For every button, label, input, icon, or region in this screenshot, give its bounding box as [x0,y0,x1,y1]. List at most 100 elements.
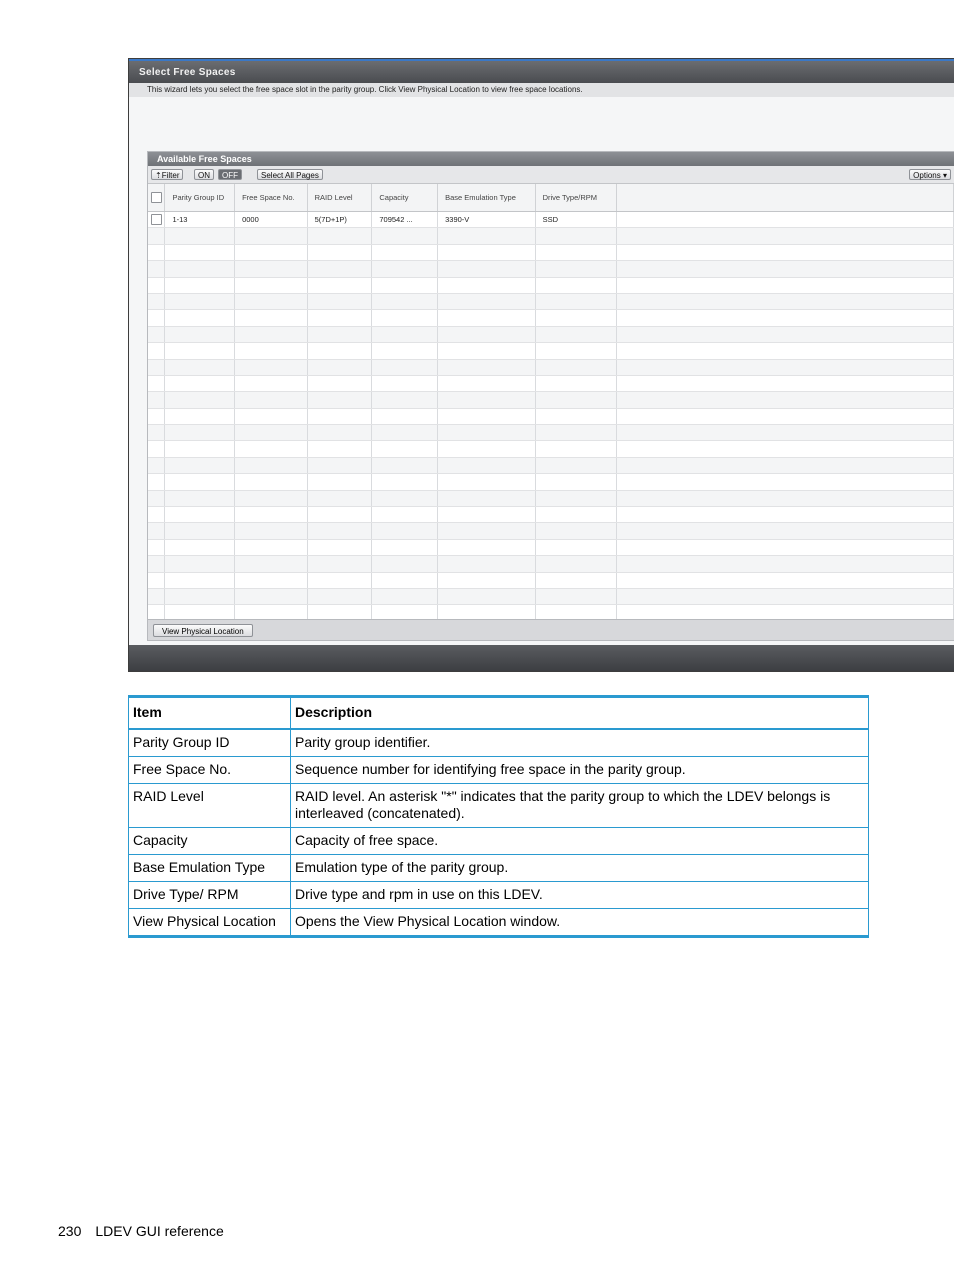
empty-cell [164,588,236,606]
empty-table-row [148,490,954,508]
item-cell: Drive Type/ RPM [128,881,291,909]
empty-cell [234,457,308,475]
empty-cell [164,506,236,524]
empty-cell [307,359,373,376]
filter-button[interactable]: ⇡Filter [151,169,184,180]
empty-cell [535,588,618,606]
empty-cell [371,539,439,557]
empty-cell [307,309,373,327]
empty-cell [148,440,166,458]
empty-cell [437,604,536,620]
empty-cell [535,342,618,360]
empty-cell [164,375,236,393]
column-header[interactable]: Free Space No. [234,184,308,212]
empty-cell [371,555,439,573]
select-all-pages-button[interactable]: Select All Pages [257,169,323,180]
empty-cell [616,555,954,573]
empty-cell [616,391,954,409]
description-cell: Capacity of free space. [290,827,869,855]
column-header[interactable]: Parity Group ID [164,184,236,212]
empty-cell [437,375,536,393]
empty-table-row [148,309,954,327]
empty-cell [437,539,536,557]
column-header[interactable]: RAID Level [307,184,373,212]
options-button[interactable]: Options ▾ [909,169,951,180]
empty-cell [616,375,954,393]
empty-cell [164,408,236,426]
row-checkbox-cell[interactable] [148,211,166,229]
empty-cell [535,391,618,409]
column-header-spacer [616,184,954,212]
empty-cell [234,244,308,262]
filter-off-toggle[interactable]: OFF [218,169,242,180]
empty-cell [148,424,166,442]
empty-cell [234,490,308,508]
empty-cell [535,359,618,376]
item-cell: Capacity [128,827,291,855]
empty-cell [234,260,308,278]
empty-cell [164,424,236,442]
empty-cell [616,457,954,475]
empty-cell [164,457,236,475]
empty-cell [148,457,166,475]
empty-cell [616,604,954,620]
empty-cell [148,473,166,491]
free-spaces-table: Parity Group ID Free Space No. RAID Leve… [148,184,954,620]
filter-on-toggle[interactable]: ON [194,169,214,180]
empty-cell [371,309,439,327]
empty-cell [371,490,439,508]
empty-cell [616,424,954,442]
page-number: 230 [58,1223,82,1239]
empty-cell [616,293,954,311]
empty-table-row [148,522,954,540]
empty-table-row [148,604,954,620]
empty-cell [234,309,308,327]
empty-cell [234,473,308,491]
empty-cell [371,457,439,475]
empty-cell [164,473,236,491]
empty-cell [535,572,618,589]
empty-table-row [148,342,954,360]
column-header[interactable]: Base Emulation Type [437,184,536,212]
empty-cell [164,359,236,376]
empty-cell [148,522,166,540]
empty-cell [234,506,308,524]
empty-cell [371,260,439,278]
empty-cell [535,440,618,458]
parity-group-id-cell: 1-13 [164,211,236,229]
row-checkbox[interactable] [151,214,162,226]
empty-table-row [148,293,954,311]
empty-cell [234,424,308,442]
select-all-checkbox[interactable] [151,192,162,203]
empty-cell [616,440,954,458]
view-physical-location-button[interactable]: View Physical Location [153,624,253,637]
empty-cell [535,408,618,426]
select-all-checkbox-cell[interactable] [148,184,166,212]
empty-cell [616,522,954,540]
empty-cell [535,457,618,475]
section-title: LDEV GUI reference [95,1223,224,1239]
empty-cell [164,309,236,327]
column-header[interactable]: Capacity [371,184,439,212]
empty-cell [616,309,954,327]
empty-cell [616,506,954,524]
empty-table-row [148,359,954,376]
empty-cell [148,359,166,376]
empty-cell [616,539,954,557]
empty-cell [307,604,373,620]
table-row[interactable]: 1-13 0000 5(7D+1P) 709542 ... 3390-V SSD [148,211,954,229]
table-row: Drive Type/ RPM Drive type and rpm in use… [128,881,869,909]
table-row: Base Emulation Type Emulation type of the… [128,854,869,882]
empty-cell [535,555,618,573]
empty-cell [307,539,373,557]
column-header[interactable]: Drive Type/RPM [535,184,618,212]
empty-cell [234,604,308,620]
empty-cell [616,342,954,360]
empty-cell [234,359,308,376]
empty-cell [148,375,166,393]
raid-level-cell: 5(7D+1P) [307,211,373,229]
empty-cell [437,457,536,475]
empty-cell [371,244,439,262]
empty-cell [307,375,373,393]
empty-cell [616,359,954,376]
